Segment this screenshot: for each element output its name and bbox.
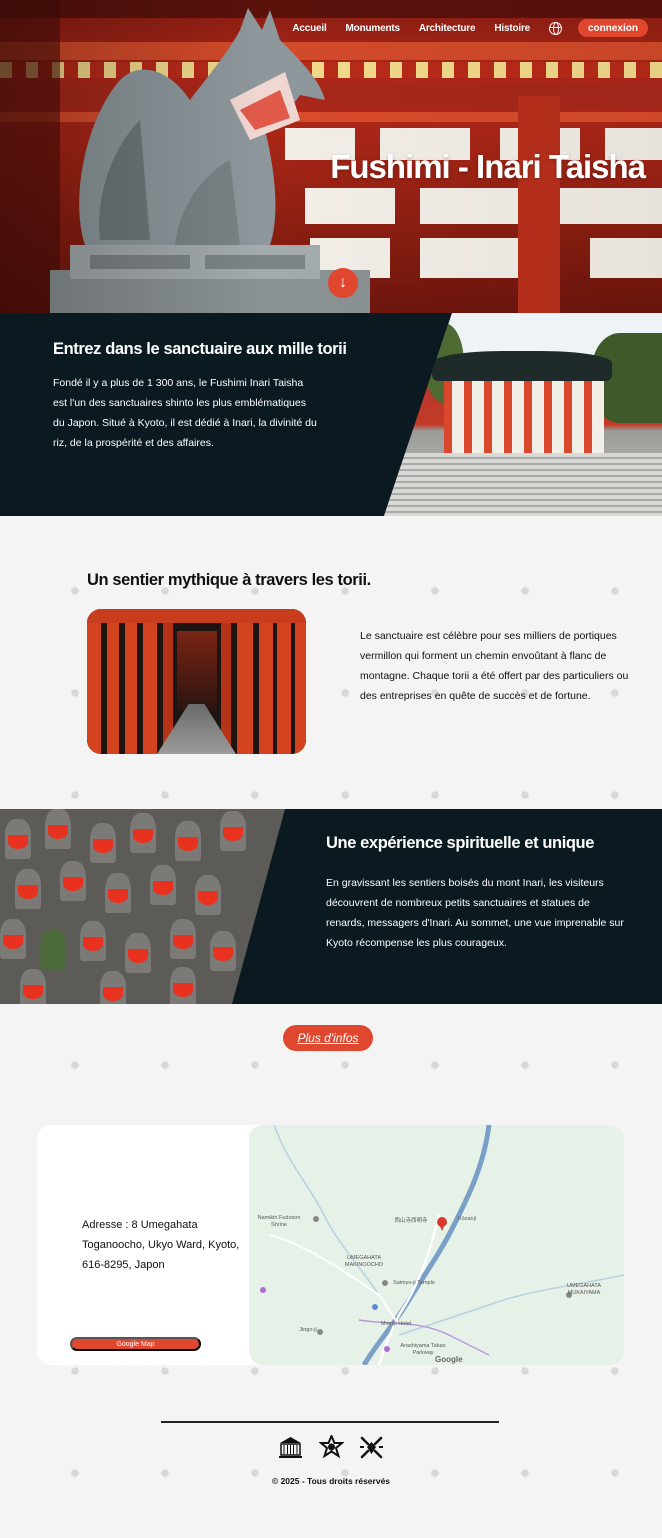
- unesco-icon[interactable]: [278, 1435, 303, 1460]
- fox-statues-image: [0, 809, 285, 1004]
- torii-title: Un sentier mythique à travers les torii.: [87, 571, 371, 589]
- nav-item-monuments[interactable]: Monuments: [346, 23, 401, 34]
- hero-banner: Accueil Monuments Architecture Histoire …: [0, 0, 662, 313]
- nav-item-architecture[interactable]: Architecture: [419, 23, 476, 34]
- intro-title: Entrez dans le sanctuaire aux mille tori…: [53, 340, 347, 358]
- main-nav: Accueil Monuments Architecture Histoire …: [292, 19, 648, 37]
- map-label-kozanji: Kōzanji: [457, 1216, 477, 1222]
- address-text: Adresse : 8 Umegahata Toganoocho, Ukyo W…: [82, 1219, 240, 1271]
- location-card: Adresse : 8 Umegahata Toganoocho, Ukyo W…: [37, 1125, 624, 1365]
- map-label-shrine: Namikiri Fudoson Shrine: [257, 1215, 301, 1228]
- torii-path-image: [87, 609, 306, 754]
- page-title: Fushimi - Inari Taisha: [330, 148, 646, 185]
- spiritual-title: Une expérience spirituelle et unique: [326, 834, 595, 852]
- login-button[interactable]: connexion: [578, 19, 648, 37]
- torii-text: Le sanctuaire est célèbre pour ses milli…: [360, 630, 629, 702]
- map-label-umegahata-mukaiyama: UMEGAHATA MUKAIYAMA: [566, 1283, 602, 1296]
- shrine-gate-image: [384, 313, 662, 516]
- map-label-saimyoji: 西山寺西明寺: [394, 1218, 428, 1224]
- spiritual-text: En gravissant les sentiers boisés du mon…: [326, 877, 624, 949]
- footer-logos: [278, 1432, 384, 1460]
- japan-emblem-icon[interactable]: [317, 1432, 345, 1460]
- more-info-button[interactable]: Plus d'infos: [283, 1025, 373, 1051]
- arrow-down-icon: ↓: [339, 274, 347, 291]
- google-map-button[interactable]: Google Map: [70, 1337, 201, 1351]
- fox-logo-icon[interactable]: [359, 1435, 384, 1460]
- footer-divider: [161, 1421, 499, 1423]
- scroll-down-button[interactable]: ↓: [328, 268, 358, 298]
- map-label-saimyo-temple: Saimyo-ji Temple: [393, 1280, 435, 1286]
- copyright-text: © 2025 - Tous droits réservés: [271, 1476, 391, 1486]
- map-label-umegahata-makinoocho: UMEGAHATA MAKINOOCHO: [344, 1255, 384, 1268]
- map-label-hotel: Momiji Hotel: [380, 1321, 412, 1327]
- intro-text: Fondé il y a plus de 1 300 ans, le Fushi…: [53, 377, 317, 449]
- globe-icon[interactable]: [549, 21, 562, 35]
- map-label-jingoji: Jingo-ji: [299, 1327, 317, 1333]
- nav-item-histoire[interactable]: Histoire: [494, 23, 530, 34]
- map-embed[interactable]: Namikiri Fudoson Shrine Kōzanji 西山寺西明寺 U…: [249, 1125, 624, 1365]
- google-logo: Google: [435, 1355, 463, 1364]
- nav-item-accueil[interactable]: Accueil: [292, 23, 326, 34]
